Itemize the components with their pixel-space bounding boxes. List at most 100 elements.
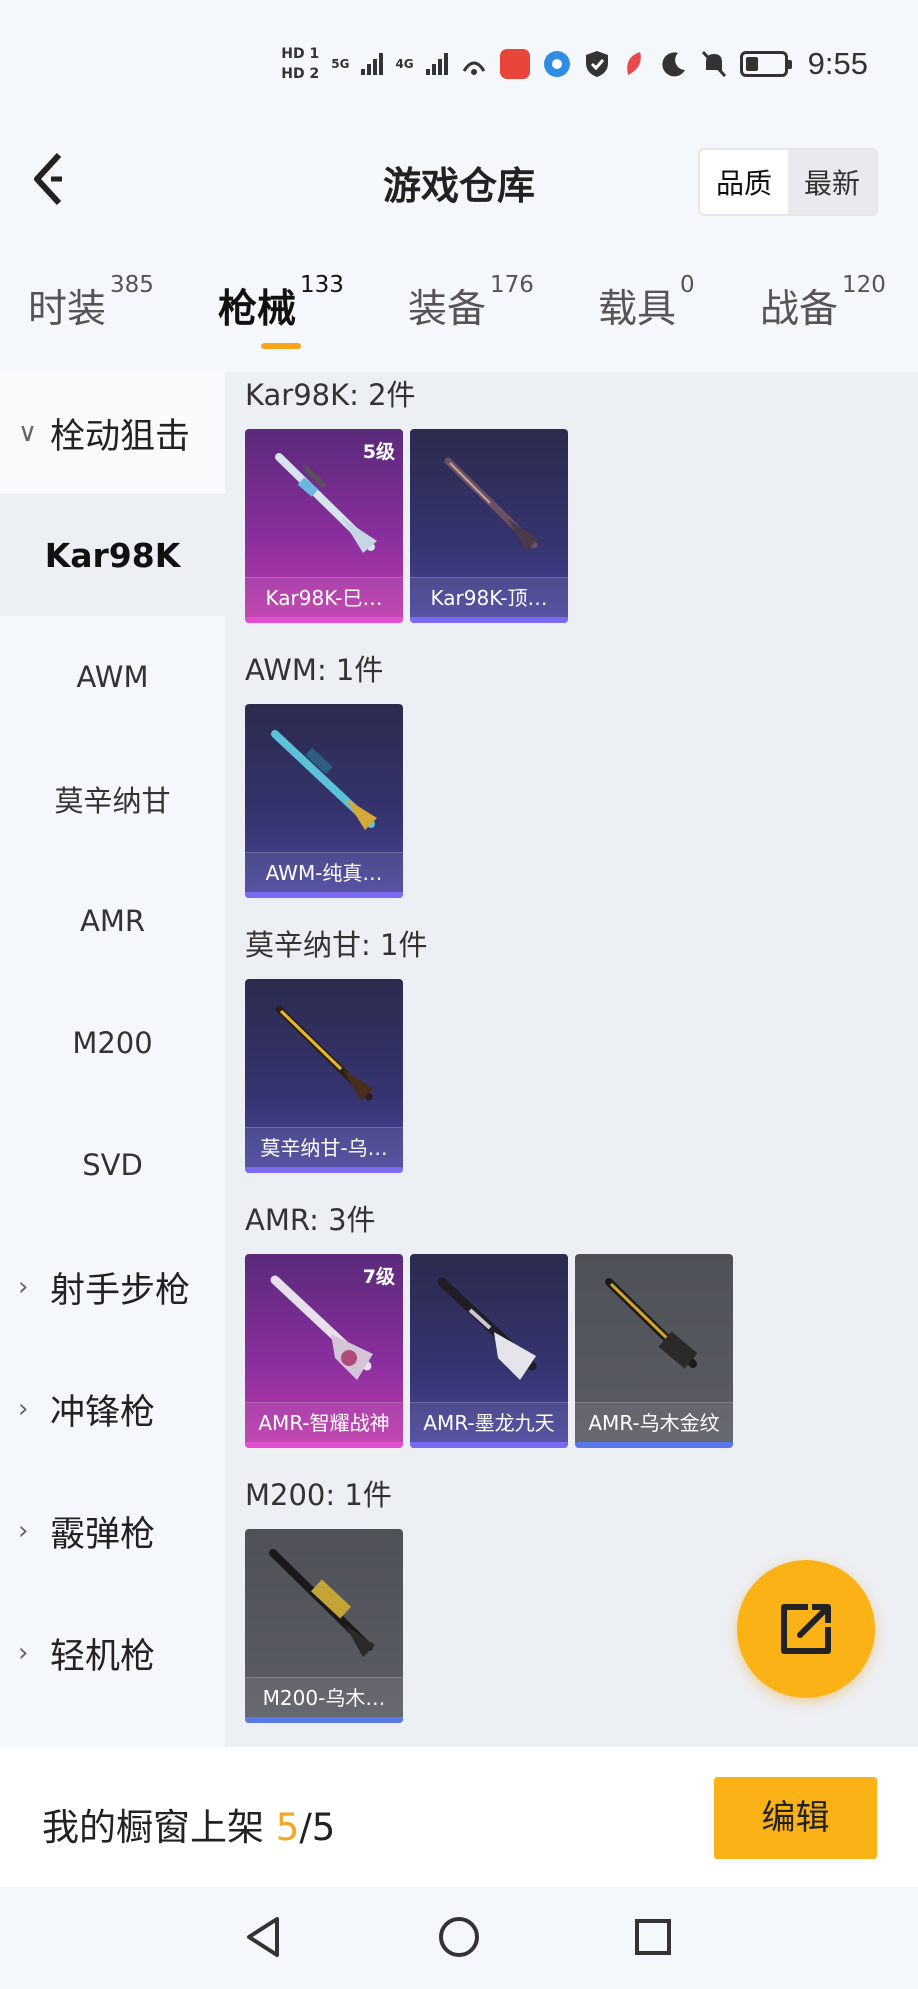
group-title: AMR: 3件 (245, 1203, 376, 1237)
quality-bar (245, 1442, 403, 1448)
sidebar-category-lmg[interactable]: › 轻机枪 (0, 1592, 225, 1714)
sort-toggle: 品质 最新 (697, 148, 878, 216)
tab-count: 133 (300, 272, 344, 298)
app-header: 游戏仓库 品质 最新 (0, 135, 918, 225)
nav-home-button[interactable] (434, 1912, 484, 1962)
tab-label: 装备 (408, 287, 487, 332)
sidebar-item-label: 射手步枪 (50, 1270, 191, 1311)
tab-supplies[interactable]: 战备120 (760, 272, 886, 334)
status-bar: HD 1 HD 2 5G 4G 9:55 (0, 0, 918, 135)
tab-vehicles[interactable]: 载具0 (598, 272, 695, 334)
sidebar-item-label: SVD (82, 1148, 143, 1182)
sidebar-item-label: 冲锋枪 (50, 1392, 156, 1433)
weapon-card[interactable]: AWM-纯真… (245, 704, 403, 898)
tab-guns[interactable]: 枪械133 (218, 272, 344, 349)
weapon-name: M200-乌木… (245, 1677, 403, 1717)
weapon-card[interactable]: 7级 AMR-智耀战神 (245, 1254, 403, 1448)
weapon-name: 莫辛纳甘-乌… (245, 1127, 403, 1167)
tab-label: 载具 (598, 287, 677, 332)
tab-count: 176 (490, 272, 534, 298)
chevron-right-icon: › (18, 1272, 29, 1302)
sidebar-item-label: 莫辛纳甘 (54, 784, 171, 818)
weapon-card[interactable]: 莫辛纳甘-乌… (245, 979, 403, 1173)
system-nav-bar (0, 1887, 918, 1989)
weapon-card[interactable]: Kar98K-顶… (410, 429, 568, 623)
tab-count: 385 (110, 272, 154, 298)
weapon-name: Kar98K-巳… (245, 577, 403, 617)
bell-muted-icon (701, 50, 726, 78)
category-tabs: 时装385 枪械133 装备176 载具0 战备120 (0, 272, 918, 349)
hd2-label: HD 2 (281, 66, 320, 82)
tab-count: 0 (680, 272, 695, 298)
status-icons: HD 1 HD 2 5G 4G 9:55 (281, 44, 868, 84)
chevron-right-icon: › (18, 1394, 29, 1424)
quality-bar (410, 1442, 568, 1448)
weapon-name: AMR-智耀战神 (245, 1402, 403, 1442)
showcase-bar: 我的橱窗上架 5/5 编辑 (0, 1747, 918, 1887)
sidebar-item-label: 霰弹枪 (50, 1514, 156, 1555)
weapon-sidebar: ∨ 栓动狙击 Kar98K AWM 莫辛纳甘 AMR M200 SVD › 射手… (0, 372, 225, 1747)
hotspot-icon (462, 61, 485, 75)
sidebar-item-label: 栓动狙击 (50, 416, 191, 457)
weapon-card[interactable]: AMR-墨龙九天 (410, 1254, 568, 1448)
sidebar-category-bolt-action[interactable]: ∨ 栓动狙击 (0, 372, 225, 494)
sidebar-item-amr[interactable]: AMR (0, 860, 225, 982)
sidebar-category-dmr[interactable]: › 射手步枪 (0, 1226, 225, 1348)
hd1-label: HD 1 (281, 46, 320, 62)
sidebar-item-label: AWM (76, 660, 149, 694)
rifle-icon (269, 1549, 375, 1657)
sidebar-item-label: M200 (72, 1026, 153, 1060)
sidebar-item-svd[interactable]: SVD (0, 1104, 225, 1226)
tab-fashion[interactable]: 时装385 (28, 272, 154, 334)
showcase-text: 我的橱窗上架 5/5 (42, 1797, 335, 1851)
sidebar-item-m200[interactable]: M200 (0, 982, 225, 1104)
quality-bar (245, 1167, 403, 1173)
weapon-card[interactable]: M200-乌木… (245, 1529, 403, 1723)
group-title: Kar98K: 2件 (245, 378, 416, 412)
showcase-total: 5 (311, 1806, 336, 1849)
rifle-icon (605, 1278, 698, 1369)
weapon-name: AMR-墨龙九天 (410, 1402, 568, 1442)
sidebar-item-awm[interactable]: AWM (0, 616, 225, 738)
chevron-down-icon: ∨ (18, 418, 38, 448)
shop-app-icon (499, 49, 530, 79)
tab-count: 120 (842, 272, 886, 298)
nav-recents-icon (635, 1919, 671, 1955)
sidebar-category-shotgun[interactable]: › 霰弹枪 (0, 1470, 225, 1592)
sidebar-item-label: Kar98K (44, 535, 181, 575)
nav-recents-button[interactable] (628, 1912, 678, 1962)
weapon-name: AWM-纯真… (245, 852, 403, 892)
sidebar-category-smg[interactable]: › 冲锋枪 (0, 1348, 225, 1470)
net1-label: 5G (331, 57, 350, 71)
quality-bar (410, 617, 568, 623)
showcase-current: 5 (275, 1806, 300, 1849)
sort-quality-button[interactable]: 品质 (699, 150, 788, 214)
showcase-label: 我的橱窗上架 (42, 1806, 264, 1849)
tab-equipment[interactable]: 装备176 (408, 272, 534, 334)
sidebar-item-label: 轻机枪 (50, 1636, 156, 1677)
weapon-card[interactable]: AMR-乌木金纹 (575, 1254, 733, 1448)
quality-bar (245, 617, 403, 623)
net2-label: 4G (395, 57, 414, 71)
sidebar-item-mosin[interactable]: 莫辛纳甘 (0, 738, 225, 860)
nav-back-icon (247, 1917, 279, 1957)
tab-label: 时装 (28, 287, 107, 332)
tab-label: 战备 (760, 287, 839, 332)
sidebar-item-kar98k[interactable]: Kar98K (0, 494, 225, 616)
app-icon-red (626, 52, 641, 75)
sort-newest-button[interactable]: 最新 (788, 150, 876, 214)
share-fab-button[interactable] (737, 1560, 875, 1698)
shield-icon (585, 51, 608, 77)
nav-back-button[interactable] (238, 1912, 288, 1962)
rifle-icon (275, 1005, 373, 1101)
edit-button[interactable]: 编辑 (714, 1777, 877, 1859)
showcase-separator: / (299, 1806, 312, 1849)
level-badge: 5级 (362, 441, 395, 463)
level-badge: 7级 (362, 1266, 395, 1288)
chevron-right-icon: › (18, 1516, 29, 1546)
rifle-icon (437, 1277, 537, 1380)
weapon-card[interactable]: 5级 Kar98K-巳… (245, 429, 403, 623)
weapon-name: AMR-乌木金纹 (575, 1402, 733, 1442)
share-export-icon (781, 1604, 831, 1654)
rifle-icon (444, 457, 538, 551)
